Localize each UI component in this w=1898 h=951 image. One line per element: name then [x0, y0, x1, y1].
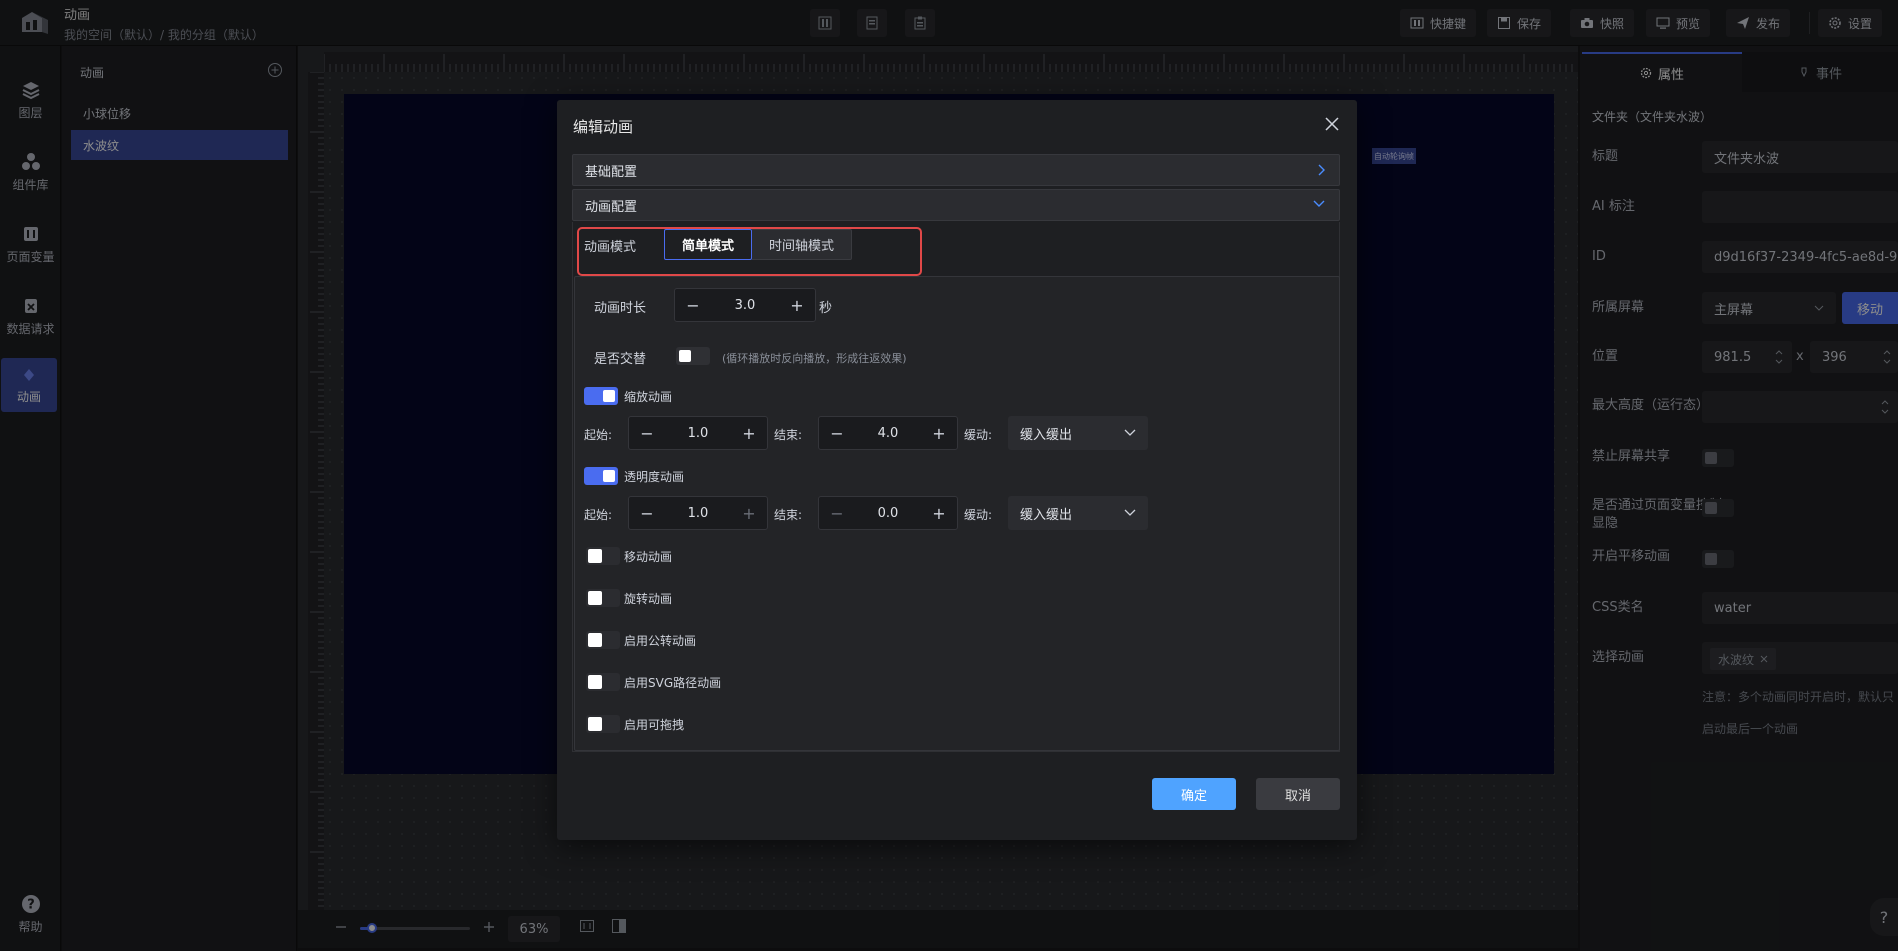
- plus-icon[interactable]: +: [921, 497, 957, 529]
- plus-icon[interactable]: +: [921, 417, 957, 449]
- section-basic-config[interactable]: 基础配置: [572, 154, 1340, 186]
- scale-start-value[interactable]: 1.0: [665, 426, 731, 441]
- scale-end-label: 结束:: [774, 428, 803, 442]
- modal-title: 编辑动画: [573, 118, 634, 136]
- close-icon[interactable]: [1324, 116, 1340, 132]
- scale-ease-label: 缓动:: [964, 428, 993, 442]
- rotate-animation-label: 旋转动画: [624, 592, 673, 606]
- scale-ease-select[interactable]: 缓入缓出: [1008, 416, 1148, 450]
- chevron-right-icon: [1318, 164, 1325, 176]
- scale-animation-toggle[interactable]: [584, 387, 618, 405]
- alternate-hint: (循环播放时反向播放，形成往返效果): [722, 352, 907, 365]
- scale-ease-value: 缓入缓出: [1020, 427, 1073, 443]
- plus-icon[interactable]: +: [731, 417, 767, 449]
- duration-value[interactable]: 3.0: [711, 298, 779, 313]
- draggable-checkbox[interactable]: [588, 717, 602, 731]
- opacity-end-value[interactable]: 0.0: [855, 506, 921, 521]
- chevron-down-icon: [1124, 429, 1136, 436]
- minus-icon[interactable]: −: [819, 417, 855, 449]
- opacity-end-label: 结束:: [774, 508, 803, 522]
- minus-icon[interactable]: −: [629, 497, 665, 529]
- highlight-box: [577, 227, 922, 276]
- opacity-animation-label: 透明度动画: [624, 470, 685, 484]
- confirm-button[interactable]: 确定: [1152, 778, 1236, 810]
- rotate-animation-checkbox[interactable]: [588, 591, 602, 605]
- opacity-animation-toggle[interactable]: [584, 467, 618, 485]
- scale-end-stepper[interactable]: − 4.0 +: [818, 416, 958, 450]
- draggable-label: 启用可拖拽: [624, 718, 685, 732]
- chevron-down-icon: [1124, 509, 1136, 516]
- chevron-down-icon: [1313, 200, 1325, 207]
- scale-start-stepper[interactable]: − 1.0 +: [628, 416, 768, 450]
- opacity-start-label: 起始:: [584, 508, 613, 522]
- opacity-ease-value: 缓入缓出: [1020, 507, 1073, 523]
- opacity-end-stepper[interactable]: − 0.0 +: [818, 496, 958, 530]
- scale-animation-label: 缩放动画: [624, 390, 673, 404]
- move-animation-label: 移动动画: [624, 550, 673, 564]
- scale-end-value[interactable]: 4.0: [855, 426, 921, 441]
- section-title: 基础配置: [585, 164, 638, 180]
- opacity-ease-label: 缓动:: [964, 508, 993, 522]
- opacity-start-stepper[interactable]: − 1.0 +: [628, 496, 768, 530]
- duration-label: 动画时长: [594, 301, 647, 316]
- alternate-label: 是否交替: [594, 352, 647, 367]
- section-title: 动画配置: [585, 199, 638, 215]
- plus-icon[interactable]: +: [779, 289, 815, 321]
- opacity-ease-select[interactable]: 缓入缓出: [1008, 496, 1148, 530]
- minus-icon[interactable]: −: [629, 417, 665, 449]
- orbit-animation-label: 启用公转动画: [624, 634, 697, 648]
- scale-start-label: 起始:: [584, 428, 613, 442]
- section-animation-config[interactable]: 动画配置: [572, 189, 1340, 221]
- duration-unit: 秒: [819, 301, 833, 316]
- cancel-button[interactable]: 取消: [1256, 778, 1340, 810]
- opacity-start-value[interactable]: 1.0: [665, 506, 731, 521]
- move-animation-checkbox[interactable]: [588, 549, 602, 563]
- minus-icon[interactable]: −: [675, 289, 711, 321]
- svg-path-animation-label: 启用SVG路径动画: [624, 676, 722, 690]
- minus-icon[interactable]: −: [819, 497, 855, 529]
- svg-path-animation-checkbox[interactable]: [588, 675, 602, 689]
- duration-stepper[interactable]: − 3.0 +: [674, 288, 816, 322]
- alternate-toggle[interactable]: [676, 347, 710, 365]
- plus-icon[interactable]: +: [731, 497, 767, 529]
- orbit-animation-checkbox[interactable]: [588, 633, 602, 647]
